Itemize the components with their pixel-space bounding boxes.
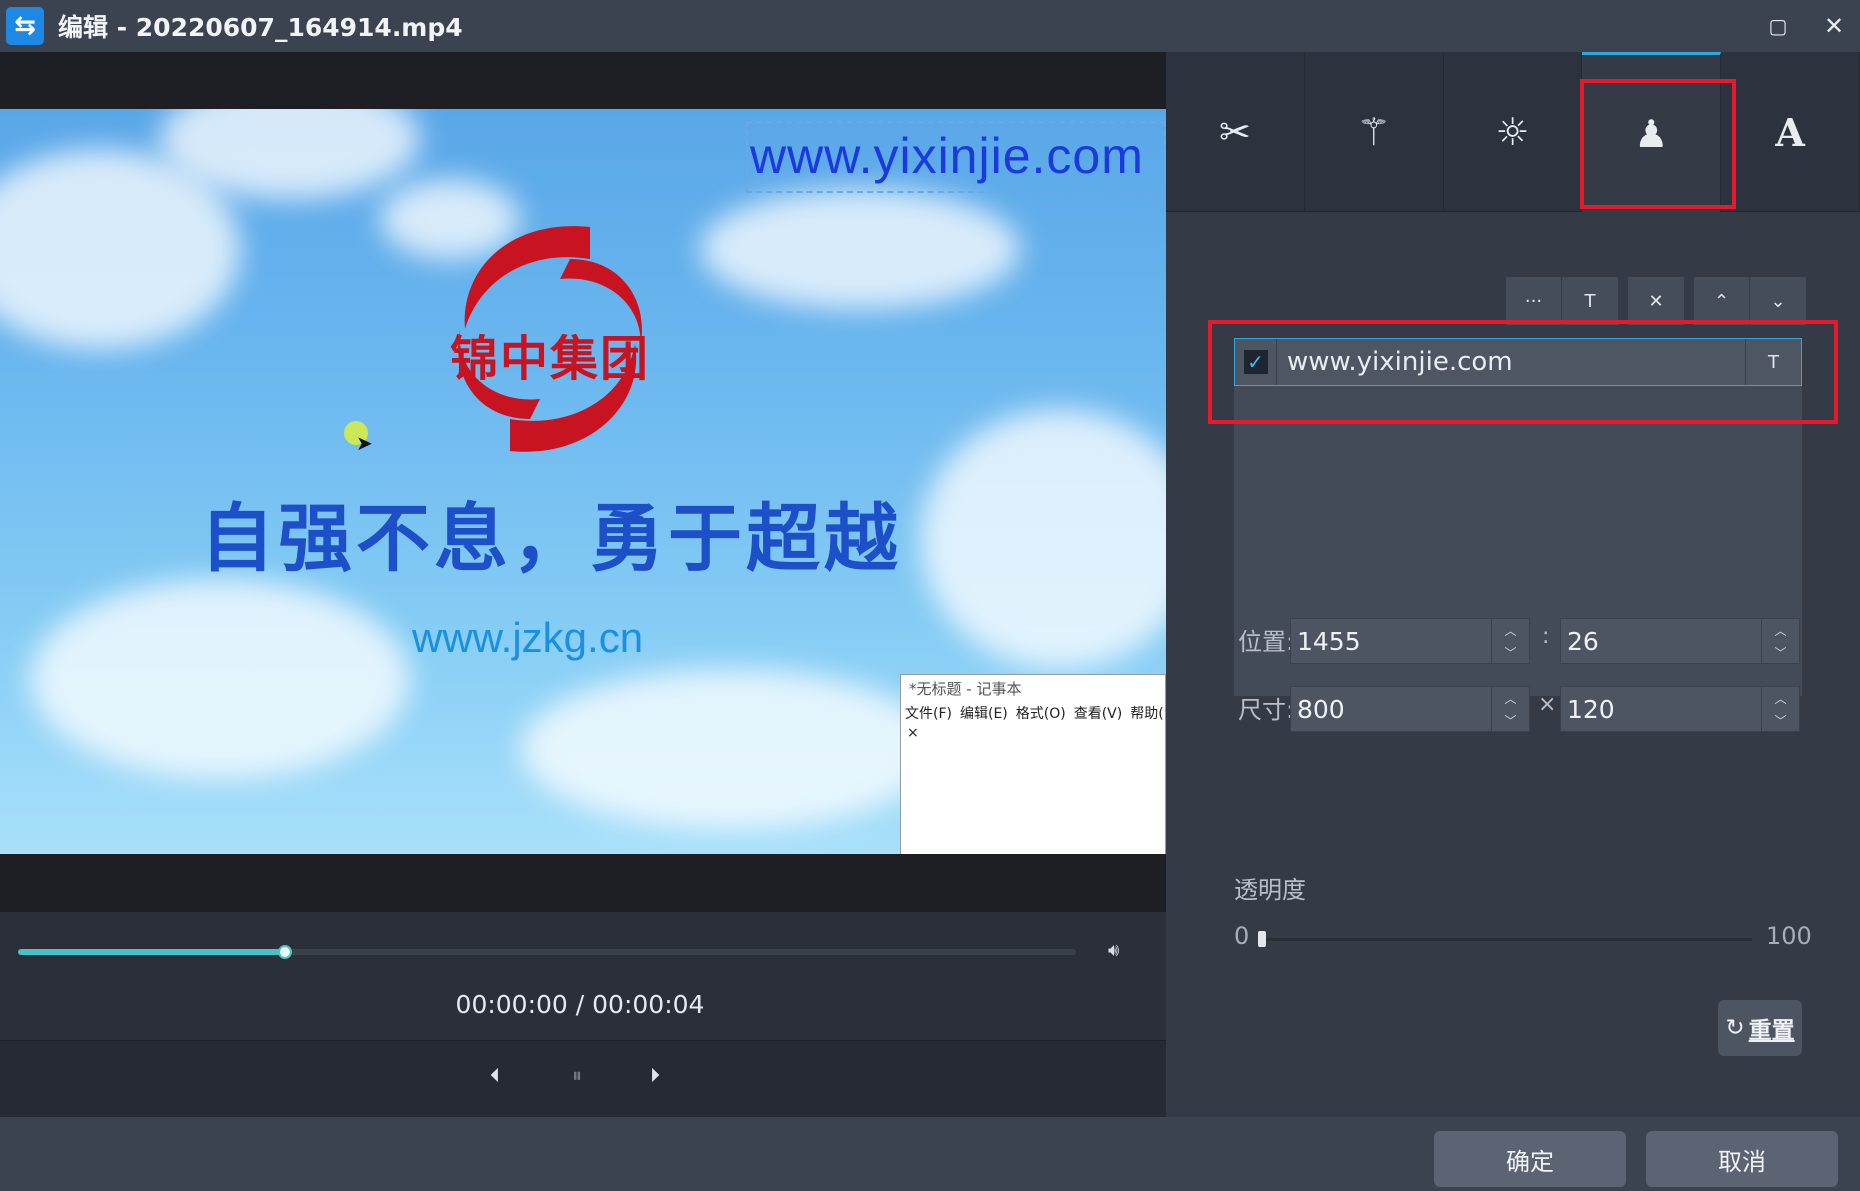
refresh-icon: ↻: [1725, 1015, 1745, 1041]
size-width-value: 800: [1297, 694, 1345, 724]
step-forward-icon[interactable]: ⏵︎: [650, 1063, 660, 1087]
notepad-menu-item: 格式(O): [1015, 706, 1066, 722]
tab-highlight-box: [1580, 79, 1736, 209]
delete-button[interactable]: ✕: [1628, 277, 1684, 325]
chevron-up-icon[interactable]: ︿: [1762, 619, 1799, 641]
reset-label: 重置: [1748, 1018, 1795, 1044]
chevron-down-icon[interactable]: ﹀: [1762, 641, 1799, 663]
position-x-value: 1455: [1297, 626, 1361, 656]
tab-text[interactable]: A: [1721, 52, 1860, 212]
seek-bar-fill: [18, 949, 285, 955]
notepad-menu: 文件(F) 编辑(E) 格式(O) 查看(V) 帮助(H): [901, 701, 1165, 725]
notepad-title: *无标题 - 记事本: [909, 679, 1022, 698]
cancel-button[interactable]: 取消: [1646, 1131, 1838, 1187]
chevron-down-icon[interactable]: ﹀: [1492, 709, 1529, 731]
seek-bar-handle[interactable]: [277, 945, 292, 959]
notepad-menu-item: 帮助(H): [1130, 706, 1165, 722]
stepper-arrows: ︿ ﹀: [1761, 687, 1799, 731]
window-title: 编辑 - 20220607_164914.mp4: [58, 13, 463, 42]
speaker-icon[interactable]: 🔊︎: [1108, 940, 1119, 961]
opacity-slider[interactable]: [1258, 931, 1752, 947]
size-height-value: 120: [1567, 694, 1615, 724]
notepad-content: ×: [907, 725, 919, 741]
stepper-arrows: ︿ ﹀: [1761, 619, 1799, 663]
confirm-button[interactable]: 确定: [1434, 1131, 1626, 1187]
pause-icon[interactable]: ⏸︎: [572, 1063, 582, 1087]
mouse-cursor-icon: ➤: [356, 431, 373, 455]
app-icon: ⇆: [6, 7, 44, 45]
scissors-icon: ✂: [1218, 110, 1251, 154]
more-button[interactable]: ···: [1506, 277, 1562, 325]
stepper-arrows: ︿ ﹀: [1491, 687, 1529, 731]
toolbar-group-add: ··· T: [1506, 277, 1618, 325]
magic-wand-icon: ⚚: [1356, 110, 1391, 154]
opacity-max: 100: [1766, 922, 1812, 950]
close-button[interactable]: ✕: [1814, 8, 1854, 44]
watermark-toolbar: ··· T ✕ ⌃ ⌄: [1506, 277, 1806, 325]
position-y-stepper[interactable]: 26 ︿ ﹀: [1560, 618, 1800, 664]
notepad-window: *无标题 - 记事本 文件(F) 编辑(E) 格式(O) 查看(V) 帮助(H)…: [900, 674, 1166, 854]
tab-adjust[interactable]: ☼: [1444, 52, 1583, 212]
size-width-stepper[interactable]: 800 ︿ ﹀: [1290, 686, 1530, 732]
move-up-button[interactable]: ⌃: [1694, 277, 1750, 325]
title-bar: ⇆ 编辑 - 20220607_164914.mp4 ▢ ✕: [0, 0, 1860, 52]
position-x-stepper[interactable]: 1455 ︿ ﹀: [1290, 618, 1530, 664]
list-highlight-box: [1208, 320, 1838, 424]
size-separator: ×: [1538, 692, 1557, 717]
chevron-down-icon[interactable]: ﹀: [1492, 641, 1529, 663]
stepper-arrows: ︿ ﹀: [1491, 619, 1529, 663]
text-icon: A: [1775, 109, 1805, 155]
opacity-min: 0: [1234, 922, 1250, 950]
position-separator: :: [1542, 624, 1550, 649]
seek-area: 🔊︎ 00:00:00 / 00:00:04: [0, 912, 1166, 1040]
slogan-text: 自强不息，勇于超越: [200, 496, 902, 582]
position-y-value: 26: [1567, 626, 1599, 656]
add-text-button[interactable]: T: [1562, 277, 1618, 325]
chevron-up-icon[interactable]: ︿: [1492, 619, 1529, 641]
notepad-menu-item: 文件(F): [905, 706, 952, 722]
logo-text: 锦中集团: [449, 331, 650, 387]
toolbar-group-order: ⌃ ⌄: [1694, 277, 1806, 325]
reset-button[interactable]: ↻ 重置: [1718, 1000, 1802, 1056]
chevron-up-icon[interactable]: ︿: [1762, 687, 1799, 709]
position-label: 位置:: [1238, 628, 1295, 656]
brightness-icon: ☼: [1495, 110, 1530, 154]
video-frame[interactable]: www.yixinjie.com 锦中集团 自强不息，勇于超越 www.jzkg…: [0, 109, 1166, 854]
edit-panel: ✂ ⚚ ☼ ♟ A ··· T ✕ ⌃ ⌄ ✓ www.yixinjie.com…: [1166, 52, 1860, 1117]
watermark-overlay-text: www.yixinjie.com: [750, 128, 1144, 184]
player-controls: 🔊︎ 00:00:00 / 00:00:04 ⏴︎ ⏸︎ ⏵︎: [0, 912, 1166, 1117]
size-height-stepper[interactable]: 120 ︿ ﹀: [1560, 686, 1800, 732]
toolbar-group-delete: ✕: [1628, 277, 1684, 325]
opacity-label: 透明度: [1234, 876, 1306, 904]
maximize-button[interactable]: ▢: [1758, 8, 1798, 44]
video-preview: www.yixinjie.com 锦中集团 自强不息，勇于超越 www.jzkg…: [0, 52, 1166, 912]
notepad-menu-item: 编辑(E): [959, 706, 1008, 722]
chevron-down-icon[interactable]: ﹀: [1762, 709, 1799, 731]
footer-bar: 确定 取消: [0, 1117, 1860, 1191]
tab-cut[interactable]: ✂: [1166, 52, 1305, 212]
notepad-menu-item: 查看(V): [1073, 706, 1123, 722]
move-down-button[interactable]: ⌄: [1750, 277, 1806, 325]
size-label: 尺寸:: [1238, 696, 1295, 724]
seek-bar[interactable]: [18, 945, 1076, 959]
opacity-slider-handle[interactable]: [1258, 931, 1266, 947]
playback-buttons: ⏴︎ ⏸︎ ⏵︎: [0, 1040, 1166, 1117]
tab-effects[interactable]: ⚚: [1305, 52, 1444, 212]
time-display: 00:00:00 / 00:00:04: [455, 990, 705, 1019]
step-back-icon[interactable]: ⏴︎: [490, 1063, 500, 1087]
chevron-up-icon[interactable]: ︿: [1492, 687, 1529, 709]
site-text: www.jzkg.cn: [412, 614, 644, 661]
tool-tabs: ✂ ⚚ ☼ ♟ A: [1166, 52, 1860, 212]
